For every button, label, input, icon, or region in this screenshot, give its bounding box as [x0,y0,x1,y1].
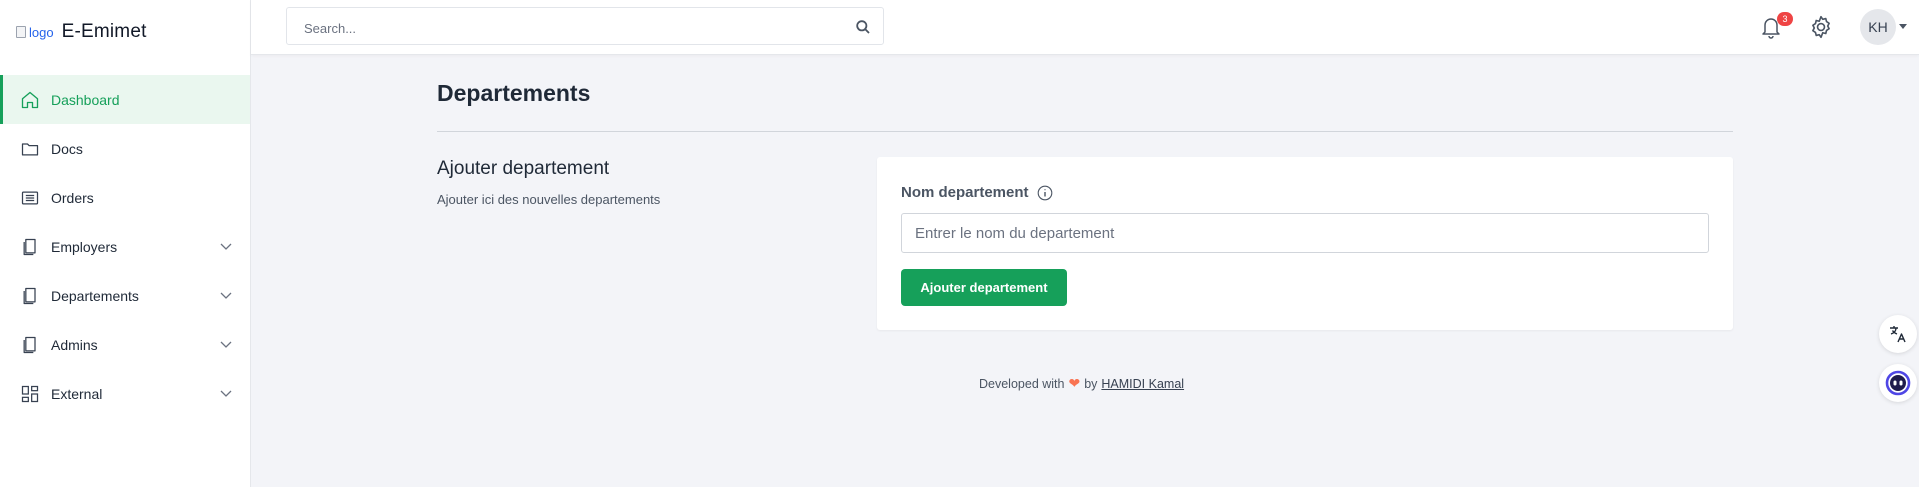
topbar: 3 KH [251,0,1919,55]
footer-prefix: Developed with [979,376,1065,391]
sidebar-item-departements[interactable]: Departements [0,271,250,320]
section-description: Ajouter ici des nouvelles departements [437,192,661,207]
sidebar-item-external[interactable]: External [0,369,250,418]
departement-name-input[interactable] [901,213,1709,253]
chevron-down-icon [220,292,232,299]
sidebar-item-label: Dashboard [51,91,120,108]
divider [437,131,1733,132]
field-label-text: Nom departement [901,184,1029,201]
app-name: E-Emimet [61,21,147,42]
broken-image-icon [16,26,26,38]
brand[interactable]: logo E-Emimet [16,20,147,44]
caret-down-icon[interactable] [1899,24,1907,30]
add-departement-form: Nom departement Ajouter departement [877,157,1733,330]
info-icon[interactable] [1037,185,1053,201]
logo-alt-text: logo [29,24,54,40]
sidebar-item-label: Departements [51,287,139,304]
list-icon [19,187,41,209]
sidebar-item-label: Docs [51,140,83,157]
home-icon [19,89,41,111]
sidebar-item-label: Employers [51,238,118,255]
sidebar-item-docs[interactable]: Docs [0,124,250,173]
avatar[interactable]: KH [1860,9,1896,45]
footer: Developed with ❤ by HAMIDI Kamal [979,375,1184,392]
document-icon [19,236,41,258]
chevron-down-icon [220,390,232,397]
assistant-icon [1885,370,1911,396]
search-icon[interactable] [855,19,871,35]
sidebar-item-label: Orders [51,189,94,206]
sidebar-item-label: Admins [51,336,98,353]
footer-by: by [1084,376,1098,391]
sidebar-item-label: External [51,385,103,402]
sidebar-item-dashboard[interactable]: Dashboard [0,75,250,124]
heart-icon: ❤ [1068,375,1081,391]
gear-icon[interactable] [1808,14,1834,40]
document-icon [19,334,41,356]
logo-image: logo [16,25,54,40]
author-link[interactable]: HAMIDI Kamal [1101,377,1184,391]
translate-icon [1890,326,1906,343]
page-title: Departements [437,80,591,106]
sidebar-item-employers[interactable]: Employers [0,222,250,271]
assistant-button[interactable] [1879,364,1917,402]
chevron-down-icon [220,341,232,348]
translate-button[interactable] [1879,315,1917,353]
grid-icon [19,383,41,405]
folder-icon [19,138,41,160]
sidebar: logo E-Emimet Dashboard Docs Orders Empl… [0,0,251,487]
field-label: Nom departement [901,184,1053,201]
sidebar-item-orders[interactable]: Orders [0,173,250,222]
notification-badge: 3 [1777,12,1793,26]
document-icon [19,285,41,307]
sidebar-item-admins[interactable]: Admins [0,320,250,369]
section-title: Ajouter departement [437,158,610,179]
add-departement-button[interactable]: Ajouter departement [901,269,1067,306]
search-box [286,7,884,45]
search-input[interactable] [302,18,846,38]
chevron-down-icon [220,243,232,250]
sidebar-nav: Dashboard Docs Orders Employers Departem… [0,75,250,418]
